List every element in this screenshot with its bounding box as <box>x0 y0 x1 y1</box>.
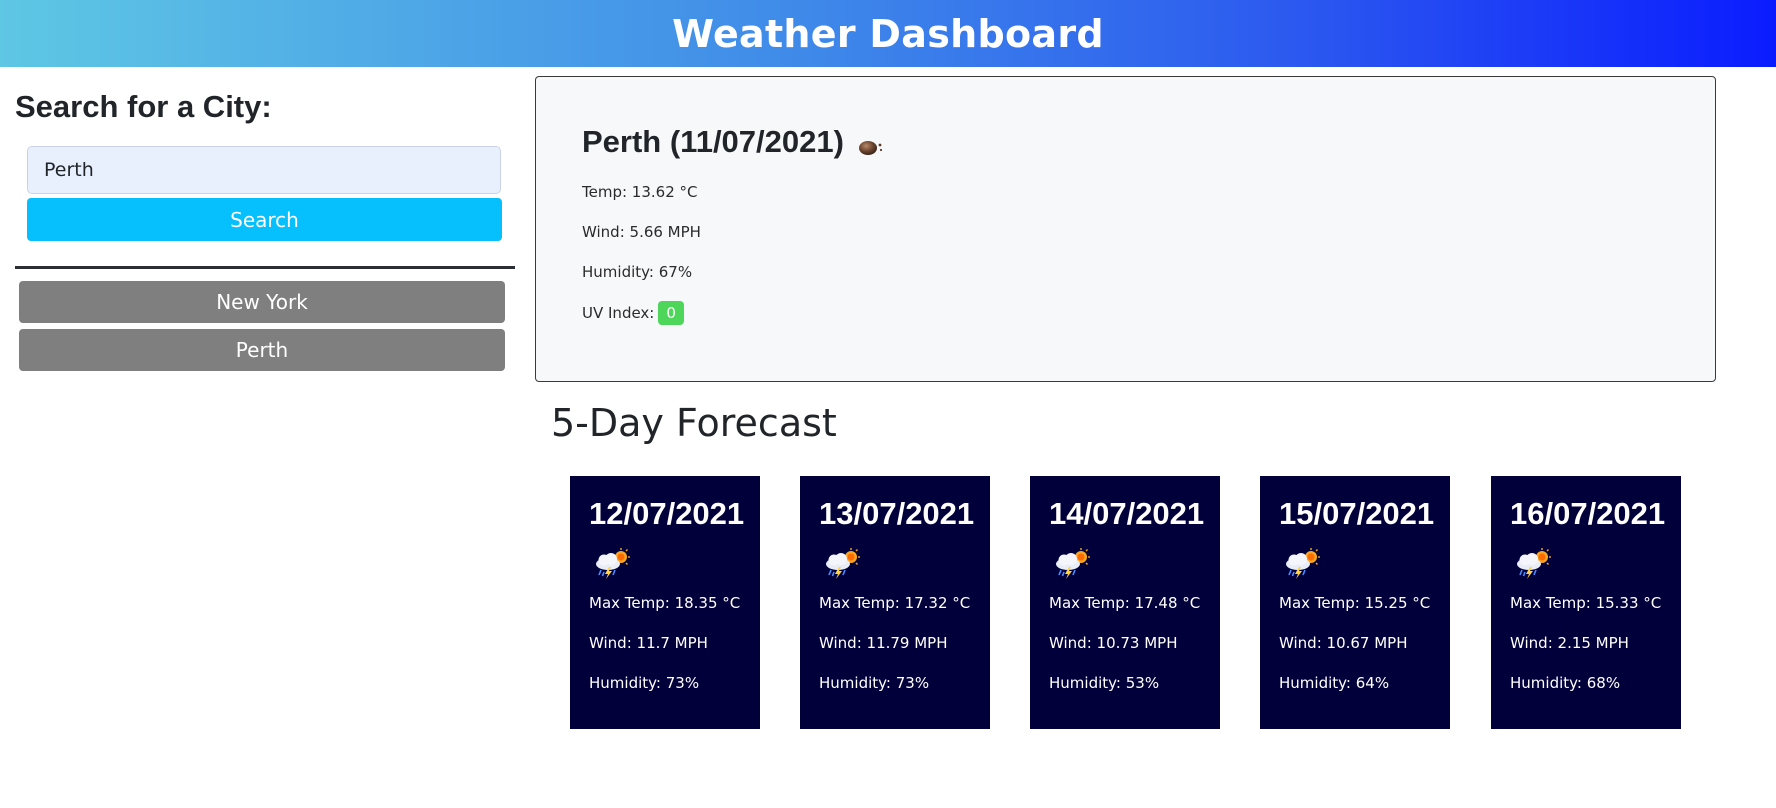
forecast-wind: Wind: 10.73 MPH <box>1049 634 1178 652</box>
forecast-card: 14/07/2021 Max Temp: 17.48 °C Wind: 10.7… <box>1030 476 1220 729</box>
forecast-humidity: Humidity: 53% <box>1049 674 1160 692</box>
forecast-wind: Wind: 11.79 MPH <box>819 634 948 652</box>
rain-sun-storm-icon <box>1052 548 1092 580</box>
forecast-max-temp: Max Temp: 17.48 °C <box>1049 594 1201 612</box>
forecast-wind: Wind: 2.15 MPH <box>1510 634 1629 652</box>
history-button-new-york[interactable]: New York <box>19 281 505 323</box>
current-city-date: Perth (11/07/2021) <box>582 124 844 159</box>
forecast-humidity: Humidity: 68% <box>1510 674 1621 692</box>
forecast-max-temp: Max Temp: 15.25 °C <box>1279 594 1431 612</box>
current-wind: Wind: 5.66 MPH <box>582 223 701 241</box>
forecast-card: 13/07/2021 Max Temp: 17.32 °C Wind: 11.7… <box>800 476 990 729</box>
rain-sun-storm-icon <box>1513 548 1553 580</box>
forecast-max-temp: Max Temp: 17.32 °C <box>819 594 971 612</box>
forecast-max-temp: Max Temp: 18.35 °C <box>589 594 741 612</box>
app-header: Weather Dashboard <box>0 0 1776 67</box>
search-button[interactable]: Search <box>27 198 502 241</box>
forecast-card: 15/07/2021 Max Temp: 15.25 °C Wind: 10.6… <box>1260 476 1450 729</box>
forecast-card: 12/07/2021 Max Temp: 18.35 °C Wind: 11.7… <box>570 476 760 729</box>
forecast-card: 16/07/2021 Max Temp: 15.33 °C Wind: 2.15… <box>1491 476 1681 729</box>
rain-sun-storm-icon <box>822 548 862 580</box>
forecast-humidity: Humidity: 73% <box>819 674 930 692</box>
night-moon-icon <box>856 130 886 155</box>
rain-sun-storm-icon <box>1282 548 1322 580</box>
current-weather-title: Perth (11/07/2021) <box>582 124 886 160</box>
sidebar-divider <box>15 266 515 269</box>
forecast-date: 13/07/2021 <box>819 496 975 531</box>
forecast-date: 14/07/2021 <box>1049 496 1205 531</box>
rain-sun-storm-icon <box>592 548 632 580</box>
forecast-date: 12/07/2021 <box>589 496 745 531</box>
forecast-date: 16/07/2021 <box>1510 496 1666 531</box>
forecast-max-temp: Max Temp: 15.33 °C <box>1510 594 1662 612</box>
forecast-wind: Wind: 11.7 MPH <box>589 634 708 652</box>
app-title: Weather Dashboard <box>672 11 1104 56</box>
uv-label: UV Index: <box>582 304 655 322</box>
search-title: Search for a City: <box>15 89 272 124</box>
history-button-perth[interactable]: Perth <box>19 329 505 371</box>
forecast-title: 5-Day Forecast <box>551 401 837 445</box>
current-uv-index: UV Index: 0 <box>582 301 684 325</box>
forecast-humidity: Humidity: 64% <box>1279 674 1390 692</box>
forecast-date: 15/07/2021 <box>1279 496 1435 531</box>
forecast-wind: Wind: 10.67 MPH <box>1279 634 1408 652</box>
city-search-input[interactable] <box>27 146 501 194</box>
current-temp: Temp: 13.62 °C <box>582 183 698 201</box>
current-humidity: Humidity: 67% <box>582 263 693 281</box>
forecast-humidity: Humidity: 73% <box>589 674 700 692</box>
uv-badge: 0 <box>658 301 684 325</box>
current-weather-panel: Perth (11/07/2021) Temp: 13.62 °C Wind: … <box>535 76 1716 382</box>
